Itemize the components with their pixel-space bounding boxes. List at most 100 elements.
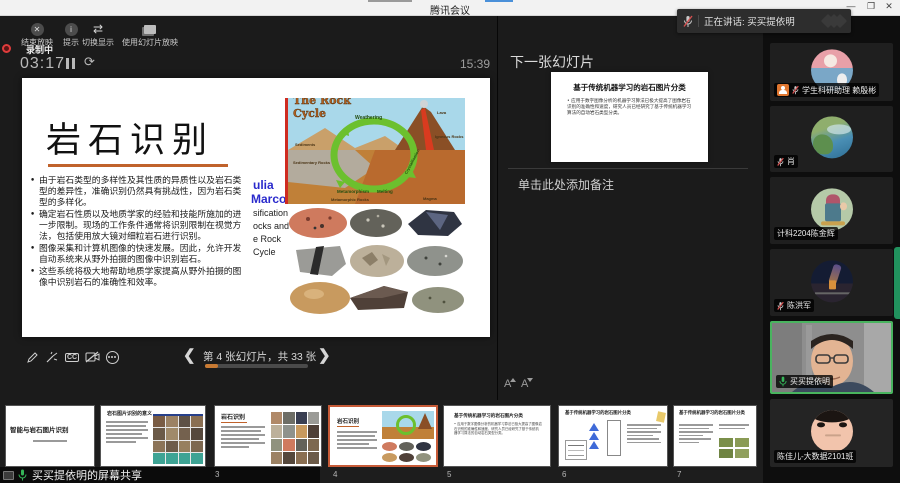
participant-tile-video[interactable]: 买买提依明 (770, 321, 893, 394)
slide-bullet: •这些系统将极大地帮助地质学家提高从野外拍摄的图像中识别岩石的准确性和效率。 (30, 267, 246, 289)
participant-tile[interactable]: 陈佳儿-大数据2101班 (770, 399, 893, 467)
mini-green-images (719, 438, 749, 458)
thumbnail-number: 4 (333, 470, 337, 479)
next-slide-button[interactable]: ❯ (318, 346, 331, 364)
decrease-font-button[interactable]: A (521, 378, 528, 390)
camera-off-button[interactable] (84, 349, 100, 365)
use-slideshow-button[interactable]: 使用幻灯片放映 (112, 22, 188, 48)
presentation-timer: 03:17 (20, 55, 65, 73)
slide-bullet: •图像采集和计算机图像的快速发展。因此，允许开发自动系统来从野外拍摄的图像中识别… (30, 244, 246, 266)
next-slide-preview: 基于传统机器学习的岩石图片分类 • 应用于数字图像分析的机器学习算法已极大提高了… (551, 72, 708, 162)
cycle-label: Lava (437, 110, 447, 115)
caption-fragment: ocks and (253, 221, 289, 231)
avatar (811, 188, 853, 230)
figure-title-line1: The Rock (293, 98, 351, 107)
close-button[interactable]: ✕ (880, 1, 898, 12)
rock-grid-image (153, 414, 203, 464)
increase-font-button[interactable]: A (504, 378, 511, 390)
cycle-label: Melting (377, 189, 393, 194)
caption-fragment: ulia (253, 178, 274, 192)
rock-cycle-figure: Weathering Crystallisation Melting Metam… (285, 98, 465, 204)
slide-thumbnail-3[interactable]: 岩石识别 (214, 405, 322, 467)
slide-thumbnail-4-current[interactable]: 岩石识别 (328, 405, 438, 467)
avatar (811, 116, 853, 158)
mic-muted-icon (683, 15, 693, 28)
figure-title-line2: Cycle (293, 107, 326, 120)
banner-divider (698, 15, 699, 27)
participant-name: 学生科研助理 赖殷彬 (802, 85, 876, 96)
recording-dot-icon (2, 44, 11, 53)
laser-pointer-button[interactable] (44, 349, 60, 365)
current-slide: 岩石识别 •由于岩石类型的多样性及其性质的异质性以及岩石类型的差异性，准确识别仍… (22, 78, 490, 337)
role-badge-icon (777, 84, 789, 96)
notes-divider (508, 168, 748, 169)
pen-tool-button[interactable] (24, 349, 40, 365)
participant-name: 肖 (787, 156, 795, 167)
mic-active-icon (18, 469, 27, 481)
slide-thumbnail-5[interactable]: 基于传统机器学习的岩石图片分类 • 应用于数字图像分析的机器学习算法已极大提高了… (443, 405, 551, 467)
slide-bullet-list: •由于岩石类型的多样性及其性质的异质性以及岩石类型的差异性，准确识别仍然具有挑战… (30, 176, 246, 290)
mini-chart (565, 440, 587, 460)
participant-tile[interactable]: 肖 (770, 106, 893, 172)
cycle-label: Weathering (355, 115, 382, 121)
rock-grid-image (271, 412, 319, 464)
caption-fragment: e Rock (253, 234, 281, 244)
thumbnail-number: 7 (677, 470, 681, 479)
cycle-label: Magma (423, 196, 438, 201)
cycle-label: Sediments (295, 142, 316, 147)
use-slideshow-icon (144, 25, 156, 34)
next-slide-body: • 应用于数字图像分析的机器学习算法已极大提高了图像岩石识别的准确性和速度，研究… (567, 99, 695, 117)
mic-muted-icon (777, 157, 784, 167)
slide-bullet: •确定岩石性质以及地质学家的经验和技能所施加的进一步限制。现场的工作条件通常将识… (30, 210, 246, 243)
participant-tile[interactable]: 学生科研助理 赖殷彬 (770, 43, 893, 101)
maximize-button[interactable]: ❐ (862, 1, 880, 12)
slide-bullet: •由于岩石类型的多样性及其性质的异质性以及岩石类型的差异性，准确识别仍然具有挑战… (30, 176, 246, 209)
screen-share-bar: 买买提依明的屏幕共享 (0, 467, 320, 483)
slide-thumbnail-1[interactable]: 智能与岩石图片识别 (5, 405, 95, 467)
slide-position-label: 第 4 张幻灯片，共 33 张 (203, 349, 316, 364)
speaking-banner: 正在讲话: 买买提依明 (677, 9, 851, 33)
avatar (811, 260, 853, 302)
mic-active-icon (779, 376, 787, 387)
next-slide-heading: 下一张幻灯片 (510, 52, 594, 72)
sidebar-collapse-handle[interactable] (894, 247, 900, 319)
caption-fragment: sification (253, 208, 288, 218)
caption-fragment: Marco (251, 192, 286, 206)
mini-flowchart (589, 422, 599, 450)
reset-timer-button[interactable]: ⟳ (84, 54, 95, 70)
thumbnail-number: 5 (447, 470, 451, 479)
speaking-banner-text: 正在讲话: 买买提依明 (704, 14, 795, 28)
more-tools-button[interactable] (104, 349, 120, 365)
participant-sidebar: 学生科研助理 赖殷彬 肖 计科2204陈金辉 (763, 16, 900, 483)
next-slide-title: 基于传统机器学习的岩石图片分类 (551, 82, 708, 93)
participant-name: 买买提依明 (790, 376, 830, 387)
pause-timer-button[interactable] (66, 58, 75, 69)
slide-title-underline (48, 164, 228, 167)
participant-name: 陈洪军 (787, 300, 811, 311)
rock-photos-grid (288, 206, 468, 316)
notes-placeholder[interactable]: 单击此处添加备注 (518, 176, 614, 193)
slide-progress-track (205, 364, 308, 368)
screen-share-icon (3, 471, 14, 480)
participant-name: 陈佳儿-大数据2101班 (777, 451, 853, 462)
caption-fragment: Cycle (253, 247, 276, 257)
subtitles-button[interactable]: CC (64, 349, 80, 365)
thumbnail-number: 3 (215, 470, 219, 479)
participant-tile[interactable]: 陈洪军 (770, 249, 893, 316)
cycle-label: Igneous Rocks (435, 134, 464, 139)
annotation-toolbar: CC (24, 349, 120, 365)
avatar (811, 410, 853, 452)
slide-title: 岩石识别 (46, 112, 214, 163)
cycle-label: Sedimentary Rocks (293, 160, 331, 165)
panel-divider (497, 16, 498, 400)
slide-thumbnail-7[interactable]: 基于传统机器学习的岩石图片分类 (673, 405, 757, 467)
slide-thumbnail-2[interactable]: 岩石图片识别的意义 (100, 405, 206, 467)
mini-rocks (382, 442, 434, 462)
meeting-logo-watermark (827, 16, 845, 26)
slide-progress-fill (205, 364, 218, 368)
participant-tile[interactable]: 计科2204陈金辉 (770, 177, 893, 244)
screen-share-label: 买买提依明的屏幕共享 (32, 467, 142, 483)
slide-thumbnail-6[interactable]: 基于传统机器学习的岩石图片分类 (558, 405, 668, 467)
previous-slide-button[interactable]: ❮ (183, 346, 196, 364)
tencent-meeting-window: 腾讯会议 — ❐ ✕ 正在讲话: 买买提依明 ✕ 结束放映 i 提示 ⇄ 切换显… (0, 0, 900, 483)
